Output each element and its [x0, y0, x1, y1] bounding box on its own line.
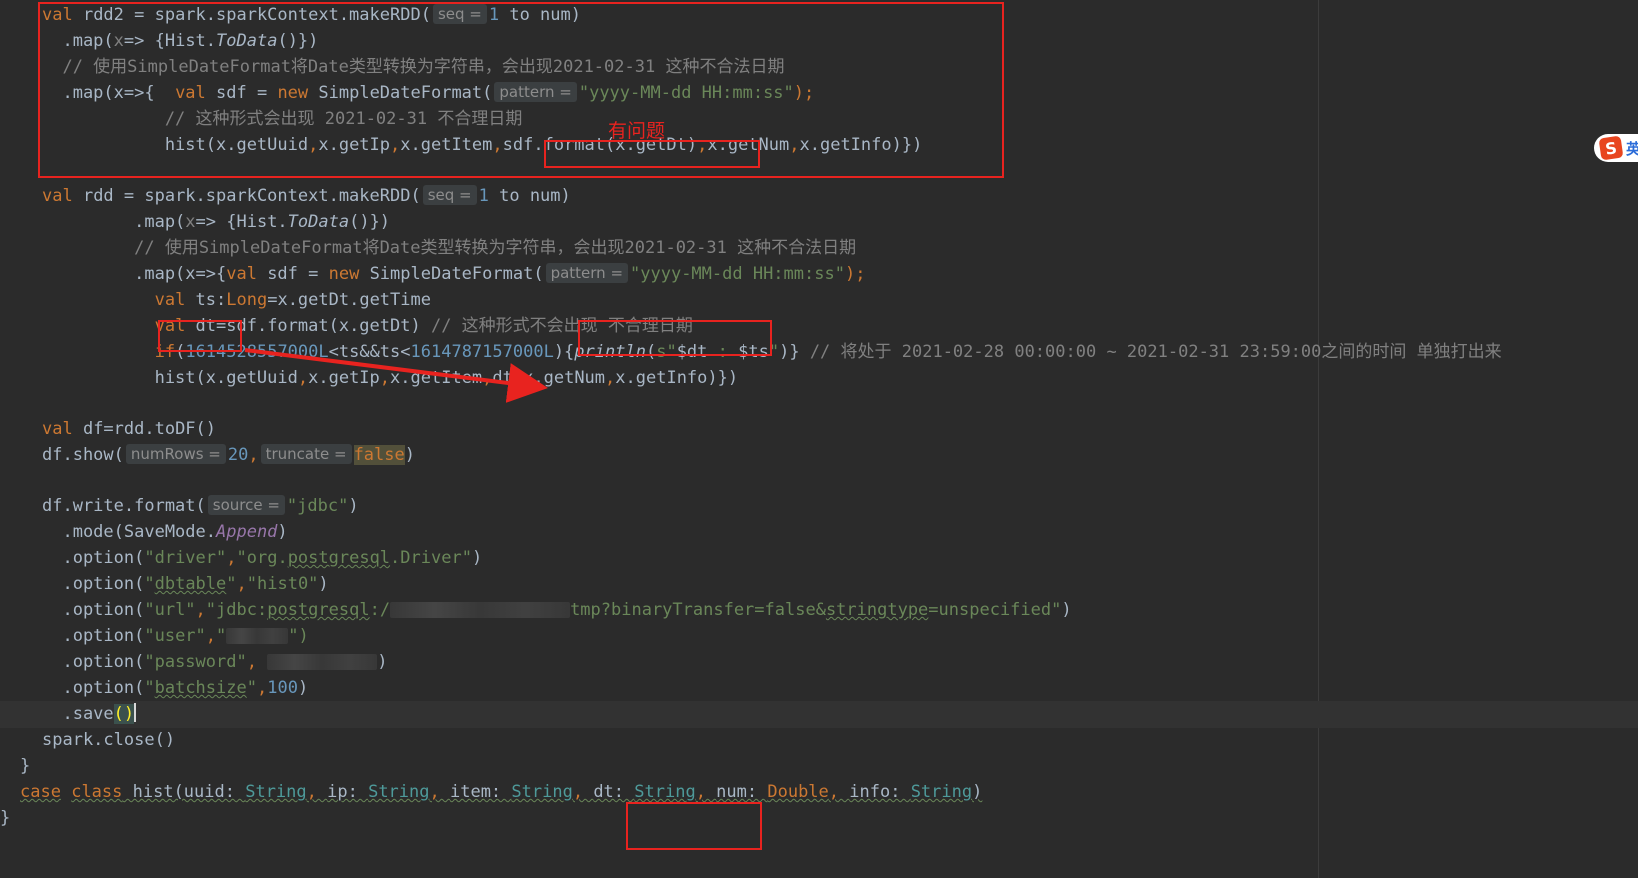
ime-mode-label[interactable]: 英: [1626, 138, 1638, 159]
annotation-arrow: [244, 348, 548, 403]
sogou-logo-icon: S: [1598, 135, 1624, 161]
ime-toolbar[interactable]: S 英: [1594, 134, 1638, 162]
